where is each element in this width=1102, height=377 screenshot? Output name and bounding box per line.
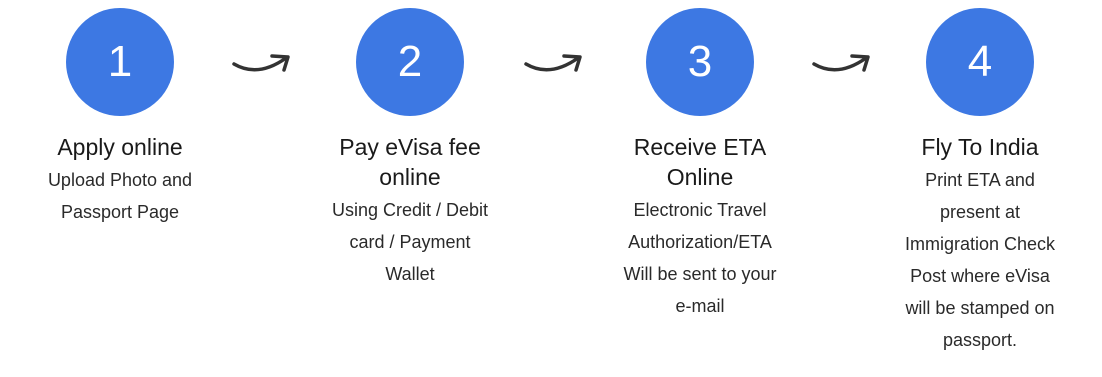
step-2: 2 Pay eVisa fee online Using Credit / De… <box>290 0 530 290</box>
step-3-desc-line: Electronic Travel <box>633 200 767 220</box>
step-3-desc-line: Will be sent to your <box>623 264 777 284</box>
step-4-desc-line: passport. <box>942 330 1018 350</box>
step-3-desc-line: e-mail <box>675 296 725 316</box>
step-3: 3 Receive ETA Online Electronic Travel A… <box>580 0 820 322</box>
step-3-title-line: Online <box>666 164 734 190</box>
step-1-title: Apply online <box>57 132 182 162</box>
step-3-title-line: Receive ETA <box>633 134 767 160</box>
step-2-desc-line: Wallet <box>385 264 435 284</box>
step-3-desc-line: Authorization/ETA <box>628 232 772 252</box>
step-1-title-line: Apply online <box>57 134 183 160</box>
step-2-desc-line: Using Credit / Debit <box>331 200 489 220</box>
step-4-desc-line: Immigration Check <box>904 234 1056 254</box>
step-4-desc-line: present at <box>939 202 1021 222</box>
step-3-description: Electronic Travel Authorization/ETA Will… <box>623 194 776 322</box>
step-1-desc-line: Passport Page <box>60 202 180 222</box>
step-4-desc-line: Print ETA and <box>925 170 1035 190</box>
step-1-number: 1 <box>107 37 133 86</box>
step-4-number: 4 <box>967 37 993 86</box>
step-1-desc-line: Upload Photo and <box>47 170 193 190</box>
step-4-title-line: Fly To India <box>921 134 1039 160</box>
step-1-description: Upload Photo and Passport Page <box>48 164 192 228</box>
step-4-circle: 4 <box>926 8 1034 116</box>
step-4-desc-line: Post where eVisa <box>910 266 1050 286</box>
step-2-desc-line: card / Payment <box>349 232 471 252</box>
step-4: 4 Fly To India Print ETA and present at … <box>860 0 1100 356</box>
step-1: 1 Apply online Upload Photo and Passport… <box>0 0 240 228</box>
step-4-title: Fly To India <box>921 132 1038 162</box>
step-2-description: Using Credit / Debit card / Payment Wall… <box>332 194 488 290</box>
curved-arrow-icon <box>232 54 290 72</box>
step-2-title-line: Pay eVisa fee <box>339 134 481 160</box>
step-2-title: Pay eVisa fee online <box>339 132 481 192</box>
step-1-circle: 1 <box>66 8 174 116</box>
step-2-title-line: online <box>379 164 441 190</box>
step-3-title: Receive ETA Online <box>634 132 767 192</box>
step-3-circle: 3 <box>646 8 754 116</box>
step-2-number: 2 <box>397 37 423 86</box>
step-4-desc-line: will be stamped on <box>905 298 1055 318</box>
step-4-description: Print ETA and present at Immigration Che… <box>905 164 1055 356</box>
step-3-number: 3 <box>687 37 713 86</box>
step-2-circle: 2 <box>356 8 464 116</box>
